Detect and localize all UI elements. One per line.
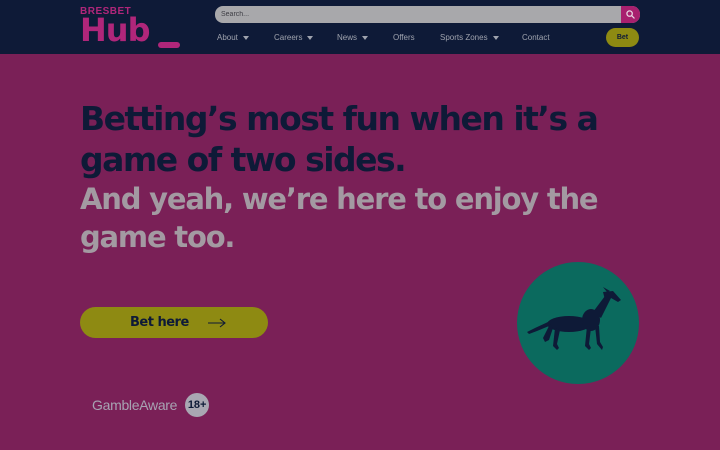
bet-button[interactable]: Bet (606, 28, 639, 47)
logo-underscore (158, 42, 180, 48)
chevron-down-icon (362, 35, 369, 40)
nav-news-label: News (337, 33, 358, 42)
search-input[interactable] (221, 8, 616, 21)
search-button[interactable] (621, 6, 640, 23)
nav-careers[interactable]: Careers (274, 33, 314, 42)
bet-here-button[interactable]: Bet here (80, 307, 268, 338)
hero-subline-line1: And yeah, we’re here to enjoy the (80, 182, 599, 216)
nav-about-label: About (217, 33, 238, 42)
hero-subline: And yeah, we’re here to enjoy the game t… (80, 180, 600, 256)
site-header: BRESBET Hub About Careers News Offers (0, 0, 720, 54)
nav-offers[interactable]: Offers (393, 33, 415, 42)
greyhound-icon (527, 287, 621, 350)
nav-sports-zones[interactable]: Sports Zones (440, 33, 499, 42)
nav-sports-zones-label: Sports Zones (440, 33, 488, 42)
chevron-down-icon (492, 35, 499, 40)
search-icon (626, 10, 635, 19)
nav-contact-label: Contact (522, 33, 550, 42)
site-logo[interactable]: BRESBET Hub (80, 6, 190, 50)
nav-news[interactable]: News (337, 33, 369, 42)
nav-contact[interactable]: Contact (522, 33, 550, 42)
nav-offers-label: Offers (393, 33, 415, 42)
age-18-badge: 18+ (185, 393, 210, 417)
hero-headline-line2: game of two sides. (80, 140, 407, 179)
logo-hub-text: Hub (80, 11, 150, 49)
chevron-down-icon (307, 35, 314, 40)
arrow-right-icon (207, 318, 226, 327)
hero-headline: Betting’s most fun when it’s a game of t… (80, 98, 600, 180)
hero-headline-line1: Betting’s most fun when it’s a (80, 99, 599, 138)
search-bar (215, 6, 640, 23)
hero-subline-line2: game too. (80, 220, 235, 254)
greyhound-illustration (517, 262, 639, 384)
bet-here-label: Bet here (130, 315, 189, 330)
gamble-aware[interactable]: GambleAware 18+ (92, 393, 210, 417)
gamble-aware-logo: GambleAware (92, 397, 178, 413)
chevron-down-icon (242, 35, 249, 40)
nav-about[interactable]: About (217, 33, 249, 42)
nav-careers-label: Careers (274, 33, 303, 42)
